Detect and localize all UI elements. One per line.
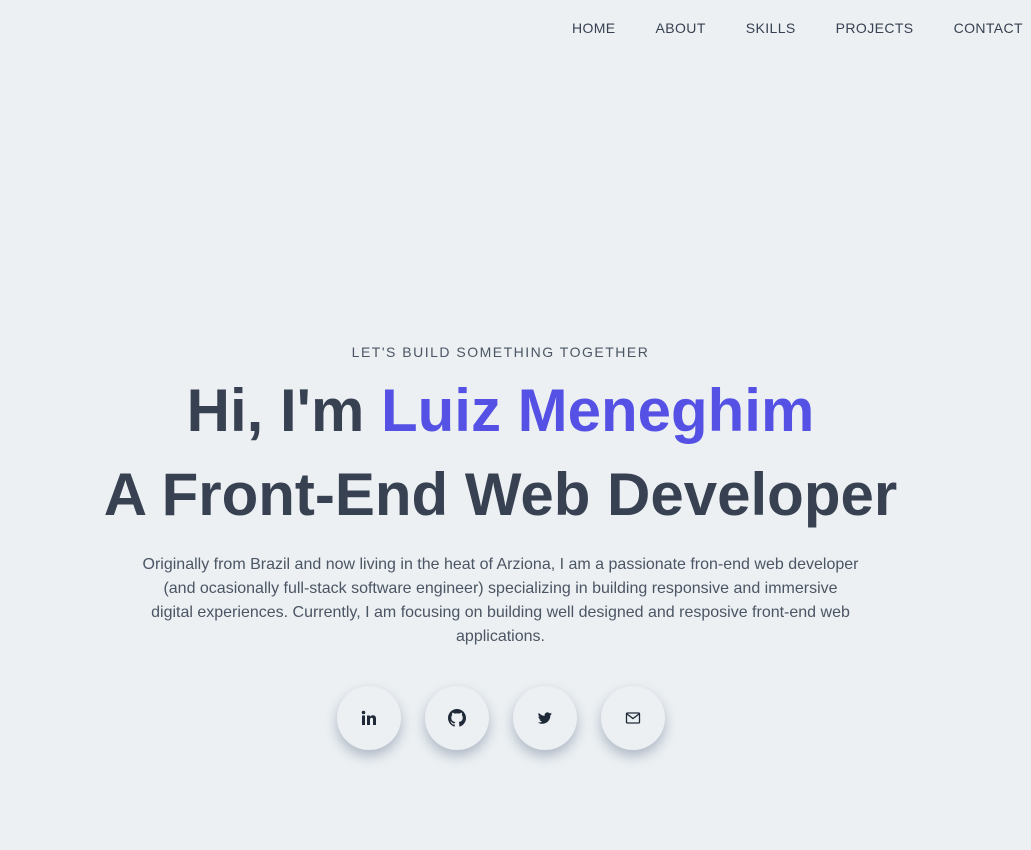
hero-tagline: LET'S BUILD SOMETHING TOGETHER xyxy=(351,344,650,360)
linkedin-button[interactable] xyxy=(336,686,401,750)
nav-item-home[interactable]: HOME xyxy=(572,19,616,37)
hero-heading: Hi, I'm Luiz Meneghim xyxy=(0,369,1001,453)
nav-item-contact[interactable]: CONTACT xyxy=(954,19,1023,37)
nav-item-about[interactable]: ABOUT xyxy=(656,19,706,37)
hero-greeting: Hi, I'm xyxy=(186,377,381,444)
social-links xyxy=(0,686,1001,750)
nav-item-skills[interactable]: SKILLS xyxy=(746,19,796,37)
mail-icon xyxy=(625,711,641,725)
hero-bio: Originally from Brazil and now living in… xyxy=(142,556,859,645)
github-button[interactable] xyxy=(424,686,489,750)
page: HOME ABOUT SKILLS PROJECTS CONTACT LET'S… xyxy=(0,0,1031,850)
twitter-button[interactable] xyxy=(512,686,577,750)
email-button[interactable] xyxy=(600,686,665,750)
hero-name: Luiz Meneghim xyxy=(380,377,815,444)
hero-title: A Front-End Web Developer xyxy=(103,461,898,528)
nav-item-projects[interactable]: PROJECTS xyxy=(836,19,914,37)
twitter-icon xyxy=(537,711,552,725)
main-nav: HOME ABOUT SKILLS PROJECTS CONTACT xyxy=(532,19,1023,37)
linkedin-icon xyxy=(361,710,377,726)
hero-section: LET'S BUILD SOMETHING TOGETHER Hi, I'm L… xyxy=(0,343,1001,750)
github-icon xyxy=(447,709,466,727)
